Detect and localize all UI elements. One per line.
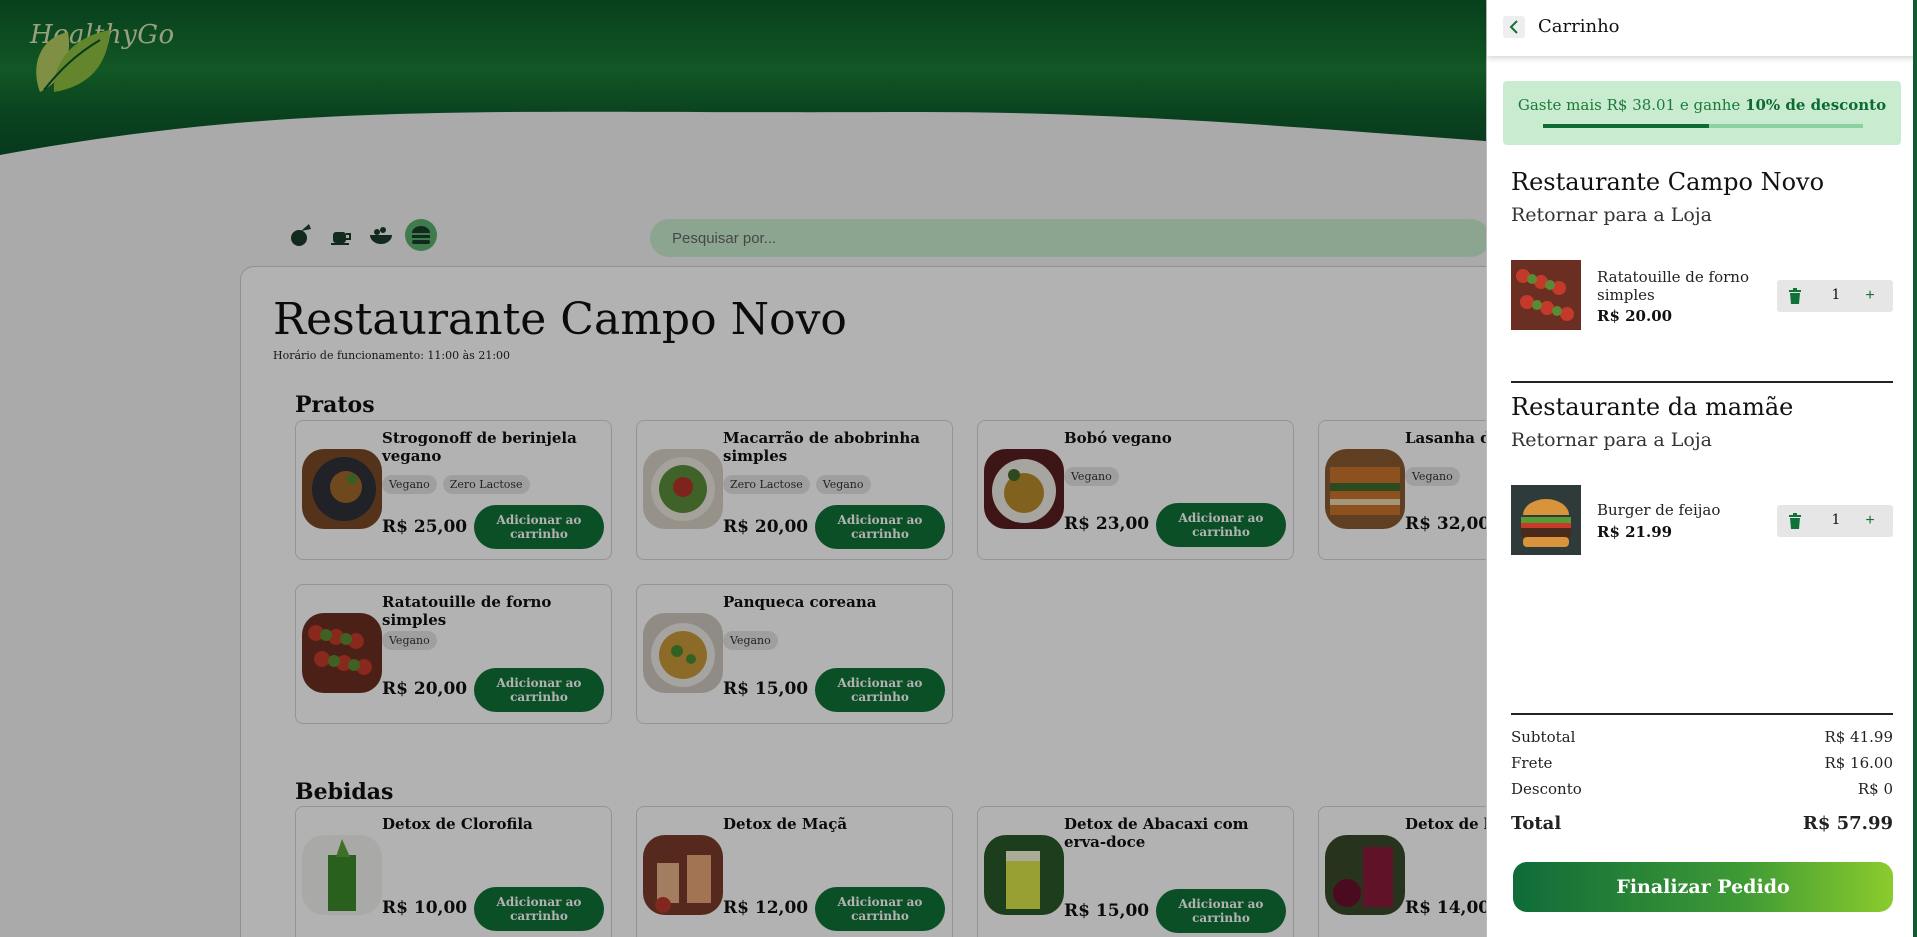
return-to-store-link[interactable]: Retornar para a Loja	[1511, 429, 1712, 451]
summary-divider	[1511, 713, 1893, 715]
discount-progress-banner: Gaste mais R$ 38.01 e ganhe 10% de desco…	[1503, 81, 1901, 145]
discount-row: Desconto R$ 0	[1511, 780, 1893, 798]
quantity-value: 1	[1831, 287, 1841, 303]
checkout-button[interactable]: Finalizar Pedido	[1513, 862, 1893, 912]
quantity-stepper: 1 +	[1777, 280, 1893, 312]
back-button[interactable]	[1503, 16, 1525, 38]
cart-item-price: R$ 21.99	[1597, 523, 1673, 541]
remove-item-button[interactable]	[1787, 513, 1803, 529]
cart-group-divider	[1511, 381, 1893, 383]
cart-title: Carrinho	[1538, 16, 1620, 37]
cart-item-name: Burger de feijao	[1597, 501, 1721, 519]
chevron-left-icon	[1509, 20, 1518, 34]
cart-store-name: Restaurante da mamãe	[1511, 393, 1794, 421]
trash-icon	[1789, 513, 1801, 529]
promo-progress-bar	[1543, 124, 1863, 128]
subtotal-label: Subtotal	[1511, 728, 1576, 746]
cart-item-image	[1511, 485, 1581, 555]
promo-text: Gaste mais R$ 38.01 e ganhe 10% de desco…	[1503, 96, 1901, 114]
total-row: Total R$ 57.99	[1511, 813, 1893, 834]
cart-store-name: Restaurante Campo Novo	[1511, 168, 1825, 196]
remove-item-button[interactable]	[1787, 288, 1803, 304]
increase-quantity-button[interactable]: +	[1859, 509, 1881, 533]
subtotal-value: R$ 41.99	[1824, 728, 1893, 746]
quantity-value: 1	[1831, 512, 1841, 528]
subtotal-row: Subtotal R$ 41.99	[1511, 728, 1893, 746]
promo-highlight: 10% de desconto	[1745, 96, 1887, 114]
trash-icon	[1789, 288, 1801, 304]
cart-item-name: Ratatouille de forno simples	[1597, 268, 1749, 304]
quantity-stepper: 1 +	[1777, 505, 1893, 537]
shipping-row: Frete R$ 16.00	[1511, 754, 1893, 772]
return-to-store-link[interactable]: Retornar para a Loja	[1511, 204, 1712, 226]
discount-label: Desconto	[1511, 780, 1582, 798]
total-value: R$ 57.99	[1802, 813, 1893, 834]
shipping-value: R$ 16.00	[1824, 754, 1893, 772]
page-edge	[1913, 0, 1917, 937]
discount-value: R$ 0	[1857, 780, 1893, 798]
cart-item-image	[1511, 260, 1581, 330]
promo-progress-fill	[1543, 124, 1710, 128]
increase-quantity-button[interactable]: +	[1859, 284, 1881, 308]
cart-item-price: R$ 20.00	[1597, 307, 1673, 325]
promo-prefix: Gaste mais R$ 38.01 e ganhe	[1517, 96, 1746, 114]
total-label: Total	[1511, 813, 1562, 834]
shipping-label: Frete	[1511, 754, 1553, 772]
cart-drawer: Carrinho Gaste mais R$ 38.01 e ganhe 10%…	[1486, 0, 1917, 937]
cart-header: Carrinho	[1487, 0, 1917, 56]
